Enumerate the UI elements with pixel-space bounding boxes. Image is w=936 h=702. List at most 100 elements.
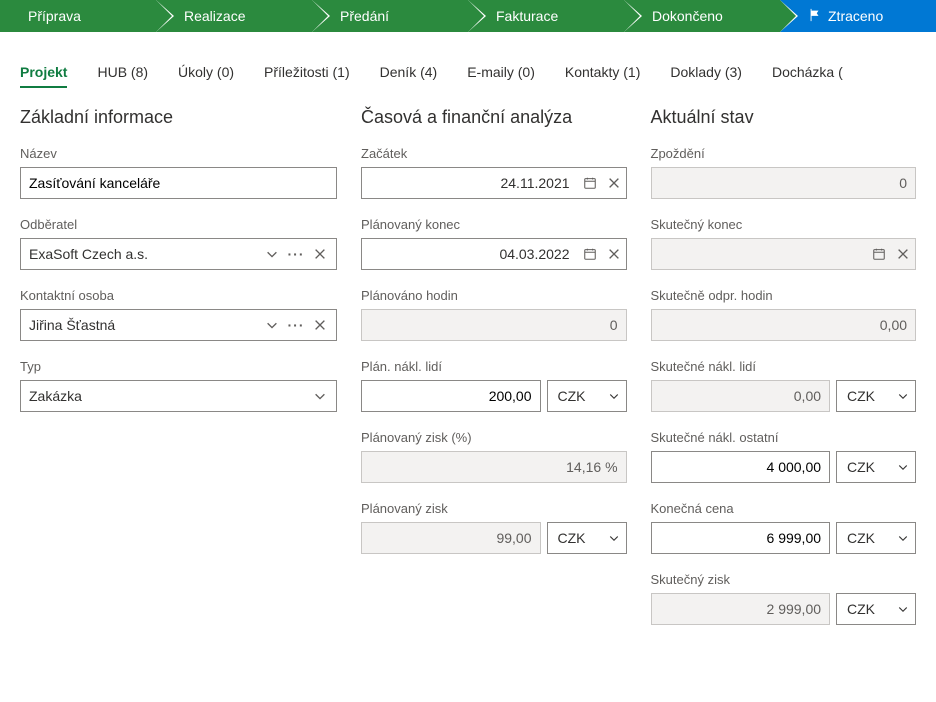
progress-stages: Příprava Realizace Předání Fakturace Dok… — [0, 0, 936, 32]
readonly-planned-profit: 99,00 — [361, 522, 541, 554]
tab-dochazka[interactable]: Docházka ( — [772, 56, 843, 88]
field-customer: Odběratel ExaSoft Czech a.s. ··· — [20, 217, 337, 270]
input-name[interactable] — [20, 167, 337, 199]
close-icon[interactable] — [891, 242, 915, 266]
select-type-text: Zakázka — [29, 388, 308, 404]
tab-ukoly[interactable]: Úkoly (0) — [178, 56, 234, 88]
section-title-actual: Aktuální stav — [651, 107, 917, 128]
chevron-down-icon — [897, 461, 909, 473]
currency-select[interactable]: CZK — [836, 522, 916, 554]
label-delay: Zpoždění — [651, 146, 917, 161]
readonly-actual-people-cost: 0,00 — [651, 380, 831, 412]
input-planned-people-cost[interactable] — [361, 380, 541, 412]
stage-label: Fakturace — [496, 8, 558, 24]
stage-ztraceno[interactable]: Ztraceno — [780, 0, 936, 32]
field-actual-people-cost: Skutečné nákl. lidí 0,00 CZK — [651, 359, 917, 412]
tab-kontakty[interactable]: Kontakty (1) — [565, 56, 640, 88]
calendar-icon[interactable] — [867, 242, 891, 266]
stage-priprava[interactable]: Příprava — [0, 0, 156, 32]
lookup-customer[interactable]: ExaSoft Czech a.s. ··· — [20, 238, 337, 270]
ellipsis-icon[interactable]: ··· — [284, 313, 308, 337]
currency-select[interactable]: CZK — [836, 451, 916, 483]
close-icon[interactable] — [602, 171, 626, 195]
label-actual-people-cost: Skutečné nákl. lidí — [651, 359, 917, 374]
chevron-down-icon — [897, 390, 909, 402]
date-actual-end[interactable] — [651, 238, 917, 270]
ellipsis-icon[interactable]: ··· — [284, 242, 308, 266]
label-planned-profit-pct: Plánovaný zisk (%) — [361, 430, 627, 445]
label-planned-hours: Plánováno hodin — [361, 288, 627, 303]
input-actual-other-cost[interactable] — [651, 451, 831, 483]
field-contact: Kontaktní osoba Jiřina Šťastná ··· — [20, 288, 337, 341]
lookup-contact[interactable]: Jiřina Šťastná ··· — [20, 309, 337, 341]
stage-fakturace[interactable]: Fakturace — [468, 0, 624, 32]
chevron-down-icon[interactable] — [260, 242, 284, 266]
label-actual-profit: Skutečný zisk — [651, 572, 917, 587]
section-title-basic: Základní informace — [20, 107, 337, 128]
currency-select[interactable]: CZK — [547, 380, 627, 412]
close-icon[interactable] — [308, 242, 332, 266]
label-actual-hours: Skutečně odpr. hodin — [651, 288, 917, 303]
label-planned-end: Plánovaný konec — [361, 217, 627, 232]
field-planned-people-cost: Plán. nákl. lidí CZK — [361, 359, 627, 412]
readonly-planned-hours: 0 — [361, 309, 627, 341]
field-planned-hours: Plánováno hodin 0 — [361, 288, 627, 341]
stage-dokonceno[interactable]: Dokončeno — [624, 0, 780, 32]
currency-select[interactable]: CZK — [547, 522, 627, 554]
label-actual-other-cost: Skutečné nákl. ostatní — [651, 430, 917, 445]
section-title-analysis: Časová a finanční analýza — [361, 107, 627, 128]
flag-icon — [808, 8, 822, 25]
input-final-price[interactable] — [651, 522, 831, 554]
column-analysis: Časová a finanční analýza Začátek 24.11.… — [361, 107, 627, 643]
date-start[interactable]: 24.11.2021 — [361, 167, 627, 199]
field-planned-profit: Plánovaný zisk 99,00 CZK — [361, 501, 627, 554]
tab-prilezitosti[interactable]: Příležitosti (1) — [264, 56, 350, 88]
label-start: Začátek — [361, 146, 627, 161]
chevron-down-icon — [608, 532, 620, 544]
tab-denik[interactable]: Deník (4) — [380, 56, 438, 88]
currency-select[interactable]: CZK — [836, 380, 916, 412]
stage-label: Předání — [340, 8, 389, 24]
field-actual-hours: Skutečně odpr. hodin 0,00 — [651, 288, 917, 341]
readonly-planned-profit-pct: 14,16 % — [361, 451, 627, 483]
column-basic: Základní informace Název Odběratel ExaSo… — [20, 107, 337, 643]
currency-select[interactable]: CZK — [836, 593, 916, 625]
close-icon[interactable] — [602, 242, 626, 266]
chevron-down-icon — [897, 532, 909, 544]
close-icon[interactable] — [308, 313, 332, 337]
label-actual-end: Skutečný konec — [651, 217, 917, 232]
stage-label: Dokončeno — [652, 8, 723, 24]
label-planned-profit: Plánovaný zisk — [361, 501, 627, 516]
field-final-price: Konečná cena CZK — [651, 501, 917, 554]
lookup-contact-text: Jiřina Šťastná — [29, 317, 260, 333]
stage-label: Ztraceno — [828, 8, 883, 24]
field-name: Název — [20, 146, 337, 199]
tab-projekt[interactable]: Projekt — [20, 56, 67, 88]
field-delay: Zpoždění 0 — [651, 146, 917, 199]
column-actual: Aktuální stav Zpoždění 0 Skutečný konec … — [651, 107, 917, 643]
select-type[interactable]: Zakázka — [20, 380, 337, 412]
label-customer: Odběratel — [20, 217, 337, 232]
stage-realizace[interactable]: Realizace — [156, 0, 312, 32]
tab-doklady[interactable]: Doklady (3) — [670, 56, 742, 88]
stage-label: Příprava — [28, 8, 81, 24]
date-planned-end-text: 04.03.2022 — [362, 246, 578, 262]
label-planned-people-cost: Plán. nákl. lidí — [361, 359, 627, 374]
chevron-down-icon — [608, 390, 620, 402]
calendar-icon[interactable] — [578, 242, 602, 266]
date-planned-end[interactable]: 04.03.2022 — [361, 238, 627, 270]
stage-predani[interactable]: Předání — [312, 0, 468, 32]
readonly-actual-hours: 0,00 — [651, 309, 917, 341]
chevron-down-icon[interactable] — [260, 313, 284, 337]
chevron-down-icon[interactable] — [308, 384, 332, 408]
field-start: Začátek 24.11.2021 — [361, 146, 627, 199]
calendar-icon[interactable] — [578, 171, 602, 195]
field-actual-other-cost: Skutečné nákl. ostatní CZK — [651, 430, 917, 483]
readonly-actual-profit: 2 999,00 — [651, 593, 831, 625]
form-columns: Základní informace Název Odběratel ExaSo… — [0, 107, 936, 673]
stage-label: Realizace — [184, 8, 245, 24]
tab-emaily[interactable]: E-maily (0) — [467, 56, 535, 88]
lookup-customer-text: ExaSoft Czech a.s. — [29, 246, 260, 262]
tab-hub[interactable]: HUB (8) — [97, 56, 148, 88]
readonly-delay: 0 — [651, 167, 917, 199]
